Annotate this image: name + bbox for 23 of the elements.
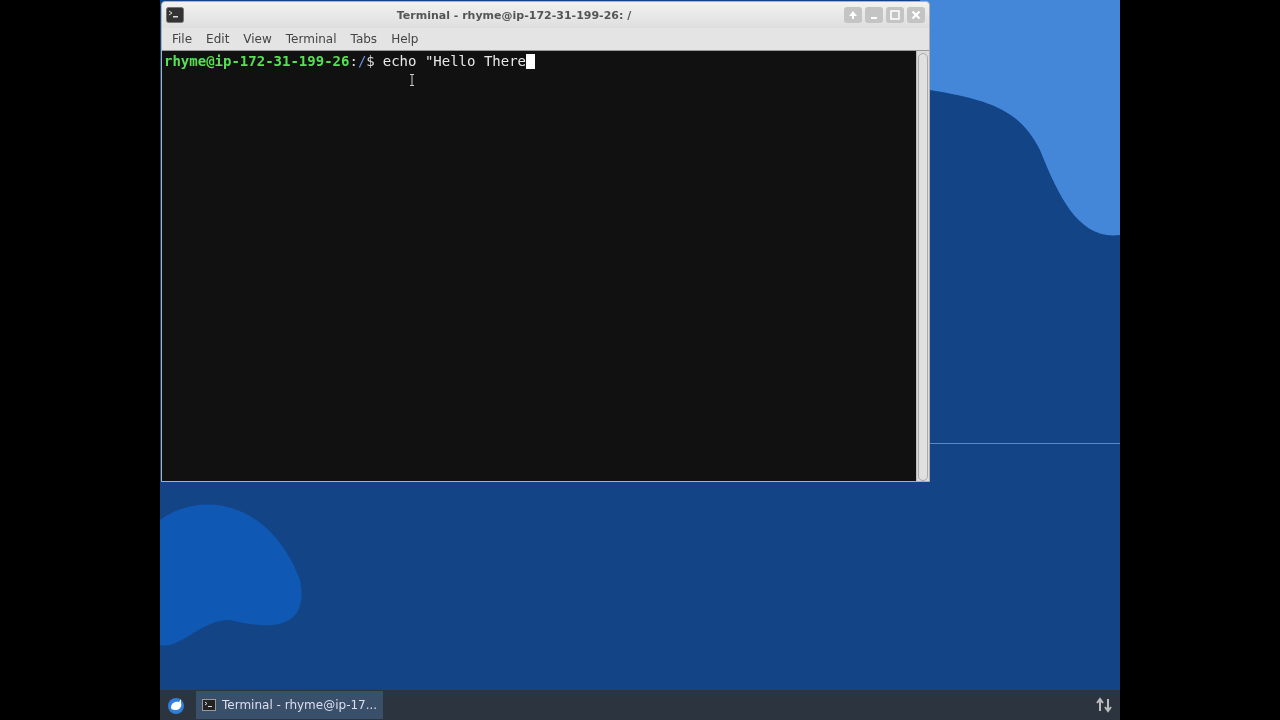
command-text: echo "Hello There <box>382 53 527 69</box>
menu-item[interactable]: Tabs <box>343 30 385 48</box>
menu-item[interactable]: Terminal <box>278 30 344 48</box>
text-cursor-icon <box>409 74 415 86</box>
menu-item[interactable]: Help <box>384 30 426 48</box>
scrollbar[interactable] <box>916 51 929 481</box>
terminal-icon <box>166 7 184 23</box>
prompt-separator: : <box>349 53 358 69</box>
maximize-icon[interactable] <box>886 7 904 23</box>
window-title: Terminal - rhyme@ip-172-31-199-26: / <box>395 8 633 22</box>
prompt-sign: $ <box>366 53 375 69</box>
text-cursor <box>526 53 536 69</box>
taskbar-button[interactable]: Terminal - rhyme@ip-17... <box>196 691 384 719</box>
menu-item[interactable]: View <box>236 30 279 48</box>
prompt-user-host: rhyme@ip-172-31-199-26 <box>164 53 350 69</box>
prompt-path: / <box>357 53 367 69</box>
menu-item[interactable]: Edit <box>199 30 237 48</box>
minimize-icon[interactable] <box>865 7 883 23</box>
network-arrows-icon[interactable] <box>1096 697 1112 713</box>
terminal-icon <box>202 699 216 711</box>
close-icon[interactable] <box>907 7 925 23</box>
terminal-area[interactable]: rhyme@ip-172-31-199-26:/$ echo "Hello There <box>162 51 916 481</box>
menu-item[interactable]: File <box>165 30 200 48</box>
